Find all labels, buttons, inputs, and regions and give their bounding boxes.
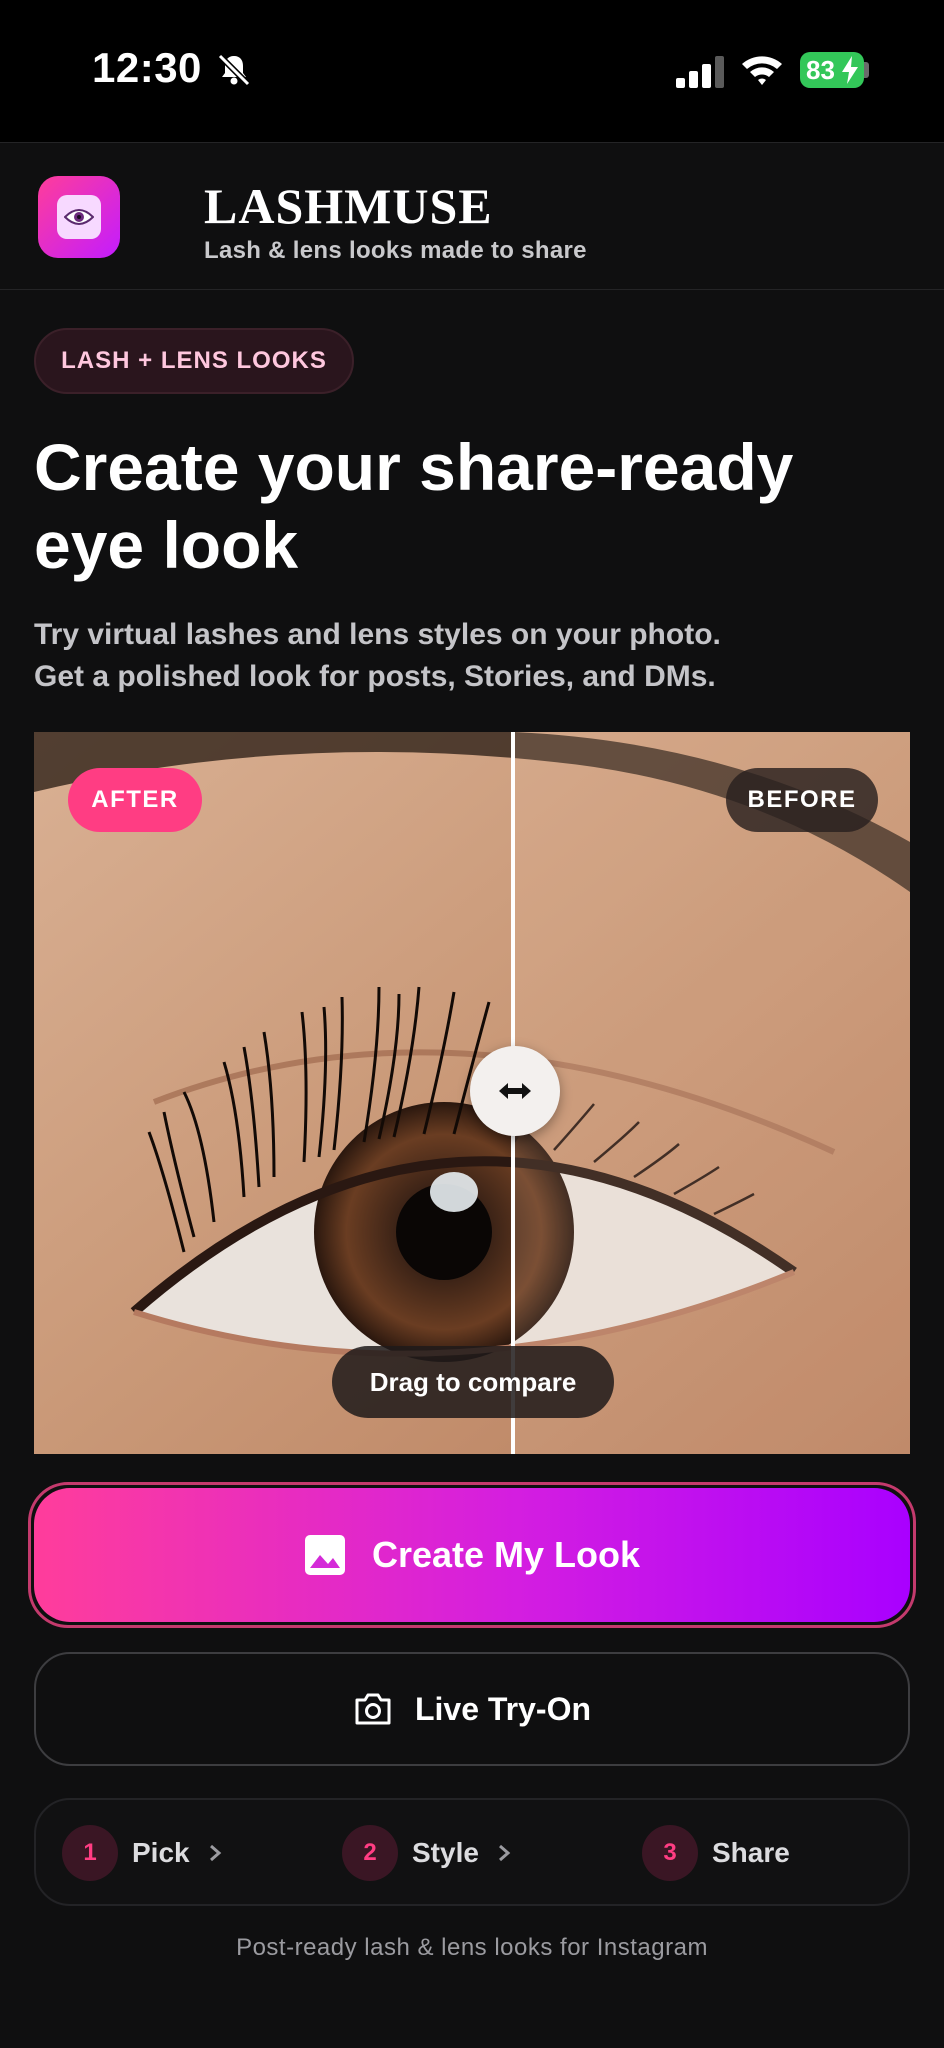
- arrows-horizontal-icon: [499, 1083, 531, 1099]
- drag-to-compare-hint: Drag to compare: [332, 1346, 614, 1418]
- step-style: 2 Style: [342, 1824, 511, 1882]
- after-badge: AFTER: [68, 768, 202, 832]
- image-icon: [304, 1535, 345, 1575]
- brand-name: LASHMUSE: [204, 178, 493, 234]
- create-my-look-button[interactable]: Create My Look: [34, 1488, 910, 1622]
- wifi-icon: [742, 56, 782, 85]
- cellular-signal-icon: [676, 56, 724, 88]
- step-pick: 1 Pick: [62, 1824, 222, 1882]
- compare-drag-handle[interactable]: [470, 1046, 560, 1136]
- app-header: LASHMUSE Lash & lens looks made to share: [0, 142, 944, 290]
- before-badge: BEFORE: [726, 768, 878, 832]
- subtitle-line-1: Try virtual lashes and lens styles on yo…: [34, 618, 721, 651]
- step-label: Style: [412, 1837, 479, 1868]
- page-subtitle: Try virtual lashes and lens styles on yo…: [34, 614, 914, 698]
- live-try-on-button[interactable]: Live Try-On: [34, 1652, 910, 1766]
- status-time: 12:30: [92, 44, 202, 91]
- category-tag: LASH + LENS LOOKS: [34, 328, 354, 394]
- create-button-label: Create My Look: [371, 1534, 641, 1575]
- step-number: 1: [62, 1825, 118, 1881]
- status-bar: 12:30 83: [0, 0, 944, 142]
- live-button-label: Live Try-On: [414, 1690, 592, 1727]
- bell-muted-icon: [217, 53, 251, 87]
- page-title: Create your share-ready eye look: [34, 430, 794, 582]
- camera-icon: [355, 1693, 391, 1725]
- step-label: Share: [712, 1837, 790, 1868]
- steps-bar: 1 Pick 2 Style 3 Share: [34, 1798, 910, 1906]
- before-after-compare[interactable]: AFTER BEFORE Drag to compare: [34, 732, 910, 1454]
- brand-tagline: Lash & lens looks made to share: [204, 237, 587, 264]
- subtitle-line-2: Get a polished look for posts, Stories, …: [34, 660, 716, 693]
- charging-bolt-icon: [842, 56, 858, 84]
- step-share: 3 Share: [642, 1824, 790, 1882]
- step-number: 2: [342, 1825, 398, 1881]
- footer-note: Post-ready lash & lens looks for Instagr…: [236, 1934, 708, 1961]
- chevron-right-icon: [209, 1844, 221, 1862]
- step-label: Pick: [132, 1837, 190, 1868]
- step-number: 3: [642, 1825, 698, 1881]
- app-logo[interactable]: [38, 176, 120, 258]
- battery-level: 83: [806, 55, 835, 85]
- chevron-right-icon: [498, 1844, 511, 1862]
- eye-icon: [57, 195, 101, 239]
- battery-cap: [864, 62, 869, 78]
